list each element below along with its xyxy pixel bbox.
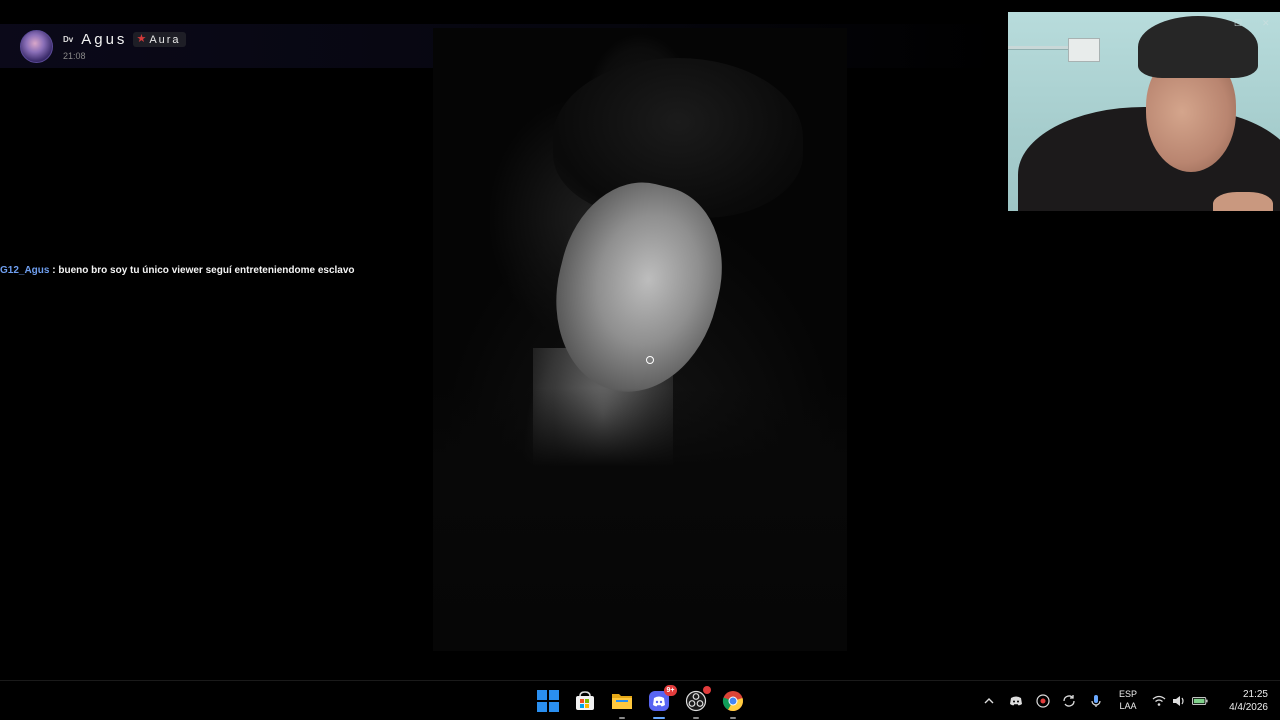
volume-icon[interactable] (1171, 693, 1187, 709)
running-indicator (693, 717, 699, 719)
cursor-icon (646, 356, 654, 364)
microphone-icon[interactable] (1088, 693, 1104, 709)
running-indicator (730, 717, 736, 719)
wifi-icon[interactable] (1151, 693, 1167, 709)
active-indicator (653, 717, 665, 719)
obs-icon[interactable] (684, 686, 711, 719)
webcam-person-hand (1213, 192, 1273, 211)
chrome-icon[interactable] (721, 689, 745, 719)
chat-username[interactable]: G12_Agus (0, 265, 49, 276)
sync-icon[interactable] (1061, 693, 1077, 709)
keyboard-layout-code: LAA (1119, 701, 1137, 711)
webcam-wall-socket (1068, 38, 1100, 62)
clock-date: 4/4/2026 (1229, 702, 1268, 713)
chat-message-text: bueno bro soy tu único viewer seguí entr… (58, 265, 355, 276)
notification-badge: 9+ (664, 685, 677, 696)
photo-shirt-region (433, 388, 847, 651)
webcam-overlay: ☐ ✕ (1008, 12, 1280, 211)
discord-icon[interactable]: 9+ (647, 685, 677, 719)
avatar[interactable] (20, 30, 53, 63)
language-code: ESP (1118, 689, 1137, 699)
star-icon: ★ (136, 33, 147, 45)
screen: Dv Agus ★ Aura 21:08 G12_Agus : bueno br… (0, 0, 1280, 720)
system-clock[interactable]: 21:25 4/4/2026 (1216, 688, 1268, 714)
taskbar: 9+ ESP LAA 21:25 4/4/2026 (0, 680, 1280, 720)
microsoft-store-icon[interactable] (573, 689, 597, 713)
record-indicator (703, 686, 711, 694)
message-timestamp: 21:08 (63, 51, 86, 61)
author-name[interactable]: Agus (81, 31, 127, 48)
windows-start-icon[interactable] (536, 689, 560, 713)
role-badge-label: Aura (149, 33, 181, 46)
running-indicator (619, 717, 625, 719)
language-indicator[interactable]: ESP LAA (1114, 688, 1142, 712)
role-badge[interactable]: ★ Aura (133, 32, 186, 47)
chat-message: G12_Agus : bueno bro soy tu único viewer… (0, 265, 355, 276)
battery-icon[interactable] (1192, 693, 1208, 709)
chevron-up-icon[interactable] (981, 693, 997, 709)
author-prefix: Dv (63, 35, 74, 44)
portrait-photo (433, 28, 847, 651)
clock-time: 21:25 (1242, 689, 1268, 700)
maximize-icon[interactable]: ☐ (1234, 18, 1242, 29)
discord-tray-icon[interactable] (1008, 693, 1024, 709)
folder-icon[interactable] (610, 689, 634, 719)
close-icon[interactable]: ✕ (1262, 18, 1270, 29)
message-author-row: Dv Agus ★ Aura (63, 31, 186, 48)
obs-tray-icon[interactable] (1035, 693, 1051, 709)
